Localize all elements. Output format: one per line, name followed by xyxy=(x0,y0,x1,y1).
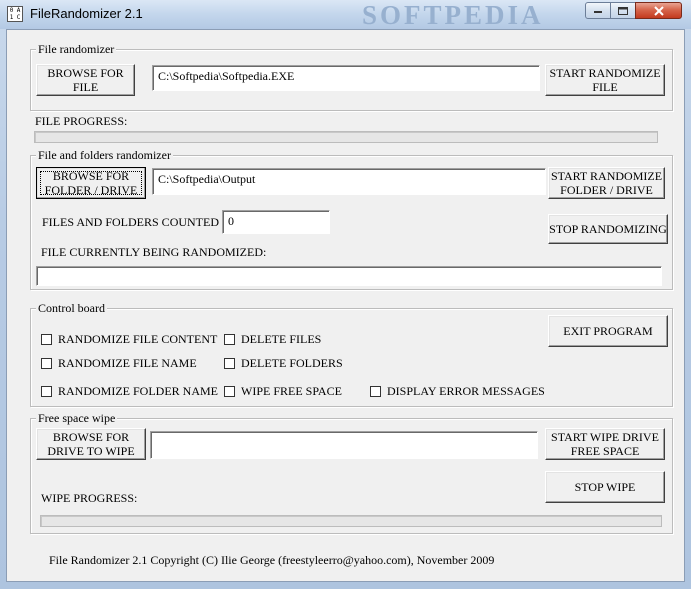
checkbox-box[interactable] xyxy=(224,386,235,397)
exit-program-button[interactable]: EXIT PROGRAM xyxy=(548,315,668,347)
drive-path-field[interactable] xyxy=(150,431,538,459)
close-icon xyxy=(653,5,664,16)
minimize-icon xyxy=(594,10,602,13)
start-randomize-folder-button[interactable]: START RANDOMIZE FOLDER / DRIVE xyxy=(548,167,665,199)
file-progress-label: FILE PROGRESS: xyxy=(35,114,128,128)
checkbox-randomize-file-content[interactable]: RANDOMIZE FILE CONTENT xyxy=(41,332,217,347)
checkbox-delete-folders[interactable]: DELETE FOLDERS xyxy=(224,356,343,371)
files-counted-label: FILES AND FOLDERS COUNTED : xyxy=(42,215,226,229)
checkbox-wipe-free-space[interactable]: WIPE FREE SPACE xyxy=(224,384,342,399)
checkbox-box[interactable] xyxy=(41,334,52,345)
current-file-label: FILE CURRENTLY BEING RANDOMIZED: xyxy=(41,245,267,259)
copyright-text: File Randomizer 2.1 Copyright (C) Ilie G… xyxy=(49,553,495,567)
browse-folder-button[interactable]: BROWSE FOR FOLDER / DRIVE xyxy=(36,167,146,199)
file-progress-bar xyxy=(34,131,658,143)
checkbox-box[interactable] xyxy=(41,358,52,369)
app-icon[interactable]: 0 A 1 C xyxy=(7,6,23,22)
folder-path-field[interactable]: C:\Softpedia\Output xyxy=(152,168,546,195)
start-wipe-button[interactable]: START WIPE DRIVE FREE SPACE xyxy=(545,428,665,460)
app-window: 0 A 1 C FileRandomizer 2.1 SOFTPEDIA Fil… xyxy=(0,0,691,589)
checkbox-randomize-folder-name[interactable]: RANDOMIZE FOLDER NAME xyxy=(41,384,218,399)
group-title-file-randomizer: File randomizer xyxy=(36,42,117,57)
checkbox-randomize-file-name[interactable]: RANDOMIZE FILE NAME xyxy=(41,356,197,371)
group-title-free-space-wipe: Free space wipe xyxy=(36,411,118,426)
window-title: FileRandomizer 2.1 xyxy=(30,6,143,21)
watermark: SOFTPEDIA xyxy=(362,0,544,30)
maximize-icon xyxy=(618,6,628,15)
close-button[interactable] xyxy=(635,2,682,19)
client-area: File randomizer BROWSE FOR FILE C:\Softpe… xyxy=(6,29,685,582)
browse-drive-button[interactable]: BROWSE FOR DRIVE TO WIPE xyxy=(36,428,146,460)
file-path-field[interactable]: C:\Softpedia\Softpedia.EXE xyxy=(152,65,540,91)
group-title-control-board: Control board xyxy=(36,301,107,316)
files-counted-field: 0 xyxy=(222,210,330,234)
checkbox-box[interactable] xyxy=(370,386,381,397)
title-bar[interactable]: 0 A 1 C FileRandomizer 2.1 SOFTPEDIA xyxy=(0,0,691,30)
stop-randomizing-button[interactable]: STOP RANDOMIZING xyxy=(548,214,668,244)
start-randomize-file-button[interactable]: START RANDOMIZE FILE xyxy=(545,64,665,96)
checkbox-box[interactable] xyxy=(224,334,235,345)
current-file-field xyxy=(36,266,662,286)
stop-wipe-button[interactable]: STOP WIPE xyxy=(545,471,665,503)
browse-file-button[interactable]: BROWSE FOR FILE xyxy=(36,64,135,96)
wipe-progress-bar xyxy=(40,515,662,527)
minimize-button[interactable] xyxy=(585,2,611,19)
checkbox-box[interactable] xyxy=(41,386,52,397)
wipe-progress-label: WIPE PROGRESS: xyxy=(41,491,138,505)
checkbox-box[interactable] xyxy=(224,358,235,369)
checkbox-delete-files[interactable]: DELETE FILES xyxy=(224,332,321,347)
maximize-button[interactable] xyxy=(610,2,636,19)
checkbox-display-error-messages[interactable]: DISPLAY ERROR MESSAGES xyxy=(370,384,545,399)
group-title-folders-randomizer: File and folders randomizer xyxy=(36,148,173,163)
